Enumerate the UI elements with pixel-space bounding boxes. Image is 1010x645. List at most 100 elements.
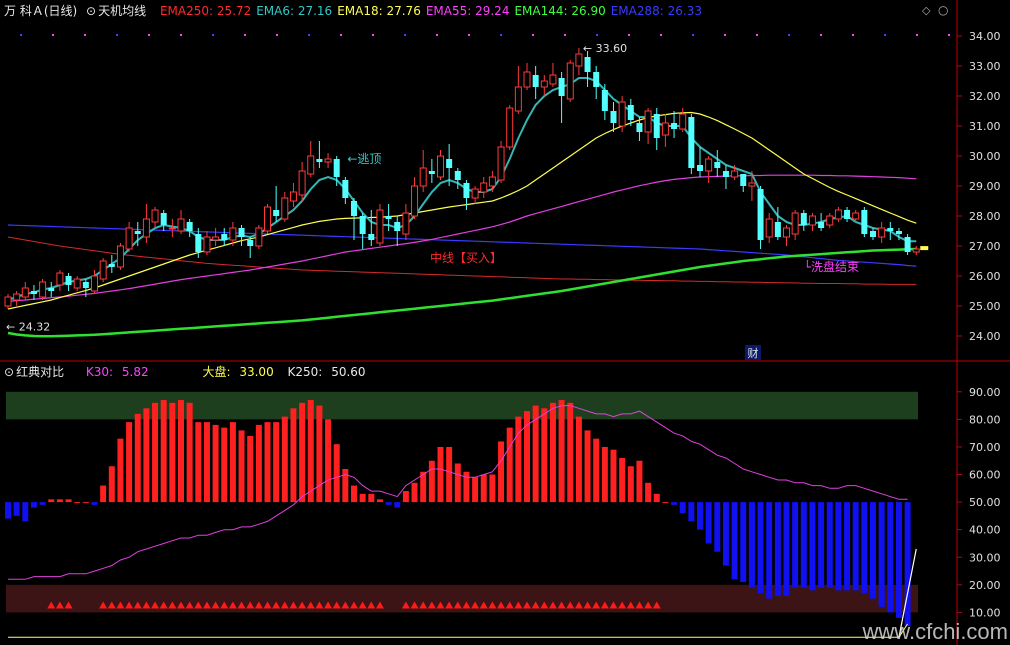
candle-body xyxy=(289,191,297,202)
signal-dot xyxy=(308,34,310,36)
bar xyxy=(826,502,833,588)
candle-body xyxy=(324,158,332,163)
candle-body xyxy=(13,293,21,301)
bar xyxy=(368,493,375,503)
candle-body xyxy=(506,107,514,148)
candle-body xyxy=(151,209,159,223)
bar xyxy=(627,466,634,503)
signal-dot xyxy=(500,34,502,36)
candle-body xyxy=(818,222,825,228)
top-axis-label: 30.00 xyxy=(969,150,1001,163)
bar xyxy=(584,430,591,503)
candle-body xyxy=(351,201,357,216)
signal-dot xyxy=(244,34,246,36)
bar xyxy=(325,419,332,503)
candle-body xyxy=(532,75,539,87)
bar xyxy=(39,502,46,505)
candle-body xyxy=(765,218,773,238)
candle-body xyxy=(125,227,133,250)
candle-body xyxy=(852,212,860,220)
candle-body xyxy=(298,170,306,196)
bar xyxy=(852,502,859,591)
signal-dot xyxy=(628,34,630,36)
candle-body xyxy=(791,212,799,235)
candle-body xyxy=(255,227,263,247)
bar xyxy=(558,400,565,503)
bottom-axis-label: 10.00 xyxy=(969,606,1001,619)
candle-body xyxy=(834,209,842,220)
bar xyxy=(567,402,574,503)
candle-body xyxy=(679,113,687,130)
candle-body xyxy=(238,228,245,237)
bar xyxy=(757,502,764,594)
zone-band-high xyxy=(6,391,918,420)
bar xyxy=(774,502,781,596)
bottom-axis-label: 90.00 xyxy=(969,386,1001,399)
candle-body xyxy=(610,111,617,123)
bar xyxy=(636,460,643,503)
bar xyxy=(229,422,236,503)
bar xyxy=(108,466,115,503)
top-axis-label: 25.00 xyxy=(969,300,1001,313)
bar xyxy=(671,502,678,505)
bottom-axis-label: 30.00 xyxy=(969,551,1001,564)
bar xyxy=(100,485,107,503)
watermark: www.cfchi.com xyxy=(862,619,1008,644)
signal-dot xyxy=(180,34,182,36)
candle-body xyxy=(65,276,72,285)
candle-body xyxy=(688,117,695,168)
bar xyxy=(402,491,409,503)
candle-body xyxy=(912,248,920,253)
candle-body xyxy=(584,57,591,72)
bar xyxy=(273,422,280,503)
candle-body xyxy=(549,74,557,85)
candle-body xyxy=(402,212,410,235)
candle-body xyxy=(558,78,565,96)
signal-dot xyxy=(84,34,86,36)
annotation-buy: 中线【买入】 xyxy=(430,250,502,265)
signal-dot xyxy=(436,34,438,36)
candle-body xyxy=(618,101,626,127)
bar xyxy=(238,430,245,503)
bar xyxy=(143,408,150,503)
candle-body xyxy=(671,123,678,129)
bar xyxy=(792,502,799,588)
bar xyxy=(264,422,271,503)
bar xyxy=(818,502,825,588)
bar xyxy=(65,499,72,503)
signal-dot xyxy=(340,34,342,36)
bottom-axis-label: 20.00 xyxy=(969,579,1001,592)
bar xyxy=(800,502,807,588)
signal-dot xyxy=(948,34,950,36)
chart-canvas[interactable]: 24.00 25.00 26.00 27.00 28.00 29.00 30.00 31.00… xyxy=(0,0,1010,645)
candle-body xyxy=(4,296,12,307)
candle-body xyxy=(229,227,237,241)
bar xyxy=(895,502,902,618)
signal-dot xyxy=(404,34,406,36)
bar xyxy=(281,416,288,503)
bar xyxy=(740,502,747,583)
candle-body xyxy=(471,188,479,199)
ema-line-ema18 xyxy=(7,111,917,310)
bar xyxy=(30,502,37,508)
bottom-axis-label: 50.00 xyxy=(969,496,1001,509)
candle-body xyxy=(540,80,548,88)
candle-body xyxy=(195,234,202,252)
bar xyxy=(5,502,11,519)
bar xyxy=(870,502,876,599)
candle-body xyxy=(376,209,384,244)
bar xyxy=(506,427,513,503)
candle-body xyxy=(714,162,721,168)
bar xyxy=(437,446,444,503)
bar xyxy=(351,485,357,503)
bar xyxy=(887,502,894,613)
bar xyxy=(489,474,496,503)
bar xyxy=(178,400,184,503)
bar xyxy=(861,502,868,594)
bar xyxy=(679,502,686,514)
signal-dot xyxy=(564,34,566,36)
candle-body xyxy=(661,122,669,136)
candle-body xyxy=(203,236,211,253)
bar xyxy=(186,402,193,503)
signal-dot xyxy=(852,34,854,36)
